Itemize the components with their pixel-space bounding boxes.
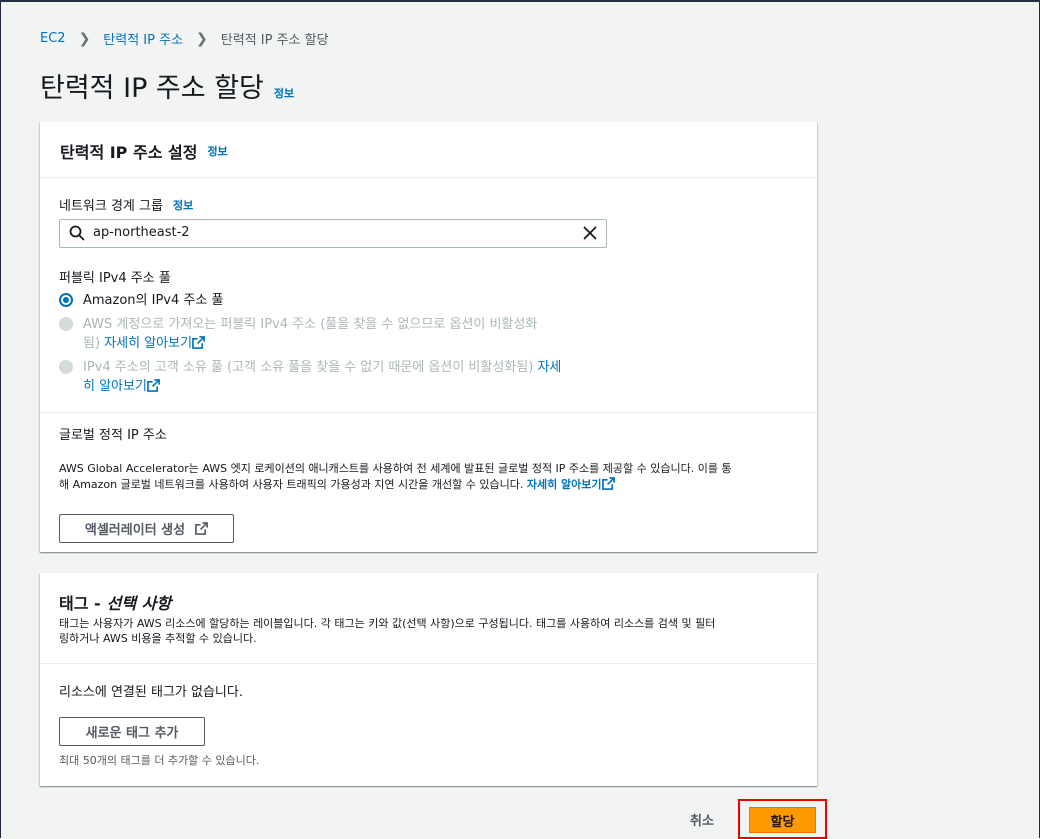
- tags-desc-line1: 태그는 사용자가 AWS 리소스에 할당하는 레이블입니다. 각 태그는 키와 …: [59, 617, 716, 630]
- tags-title: 태그 -: [59, 594, 101, 613]
- global-static-ip-title: 글로벌 정적 IP 주소: [59, 428, 167, 443]
- network-group-label-row: 네트워크 경계 그룹 정보: [59, 195, 193, 215]
- tag-limit-text: 최대 50개의 태그를 더 추가할 수 있습니다.: [59, 754, 260, 767]
- chevron-right-icon: ❯: [196, 30, 208, 47]
- tags-desc-line2: 링하거나 AWS 비용을 추적할 수 있습니다.: [59, 632, 257, 645]
- breadcrumb-ec2[interactable]: EC2: [40, 31, 66, 46]
- close-icon[interactable]: [582, 225, 598, 241]
- radio-disabled-icon: [59, 317, 73, 331]
- add-tag-label: 새로운 태그 추가: [85, 726, 179, 741]
- elastic-ip-settings-panel: 탄력적 IP 주소 설정 정보 네트워크 경계 그룹 정보 ap-northea…: [40, 122, 817, 552]
- pool-option-customer-text: IPv4 주소의 고객 소유 풀 (고객 소유 풀을 찾을 수 없기 때문에 옵…: [83, 358, 561, 396]
- tags-title-optional: 선택 사항: [106, 594, 172, 613]
- global-learn-more-link[interactable]: 자세히 알아보기: [527, 478, 602, 491]
- settings-info-link[interactable]: 정보: [207, 143, 227, 159]
- learn-more-link-part1[interactable]: 자세: [537, 360, 561, 375]
- network-group-info-link[interactable]: 정보: [173, 197, 193, 213]
- page-title: 탄력적 IP 주소 할당: [40, 73, 264, 104]
- allocate-button-highlight: 할당: [738, 799, 827, 839]
- pool-option-amazon[interactable]: Amazon의 IPv4 주소 풀: [59, 291, 223, 310]
- external-link-icon: [601, 477, 615, 490]
- search-icon: [69, 225, 85, 241]
- pool-option-byoip-label-cont: 됨): [83, 336, 101, 351]
- pool-option-byoip-label: AWS 계정으로 가져오는 퍼블릭 IPv4 주소 (풀을 찾을 수 없으므로 …: [83, 317, 538, 332]
- breadcrumb: EC2 ❯ 탄력적 IP 주소 ❯ 탄력적 IP 주소 할당: [40, 29, 329, 49]
- external-link-icon: [192, 336, 205, 349]
- add-tag-button[interactable]: 새로운 태그 추가: [59, 717, 205, 746]
- learn-more-link-part2[interactable]: 히 알아보기: [83, 379, 147, 394]
- allocate-button[interactable]: 할당: [749, 807, 816, 833]
- global-accelerator-description: AWS Global Accelerator는 AWS 엣지 로케이션의 애니캐…: [59, 461, 799, 493]
- create-accelerator-button[interactable]: 액셀러레이터 생성: [59, 514, 234, 543]
- cancel-button[interactable]: 취소: [690, 810, 714, 829]
- pool-option-customer-label: IPv4 주소의 고객 소유 풀 (고객 소유 풀을 찾을 수 없기 때문에 옵…: [83, 360, 534, 375]
- tags-panel-title-row: 태그 - 선택 사항: [59, 590, 171, 614]
- create-accelerator-label: 액셀러레이터 생성: [84, 523, 186, 538]
- settings-panel-header: 탄력적 IP 주소 설정 정보: [40, 122, 817, 178]
- section-divider: [40, 412, 817, 413]
- pool-option-customer-owned: IPv4 주소의 고객 소유 풀 (고객 소유 풀을 찾을 수 없기 때문에 옵…: [59, 358, 561, 396]
- learn-more-link[interactable]: 자세히 알아보기: [104, 336, 192, 351]
- pool-option-byoip: AWS 계정으로 가져오는 퍼블릭 IPv4 주소 (풀을 찾을 수 없으므로 …: [59, 315, 537, 353]
- radio-disabled-icon: [59, 360, 73, 374]
- allocate-label: 할당: [770, 814, 795, 830]
- chevron-right-icon: ❯: [78, 30, 91, 47]
- global-desc-line1: AWS Global Accelerator는 AWS 엣지 로케이션의 애니캐…: [59, 462, 732, 475]
- page-title-row: 탄력적 IP 주소 할당 정보: [40, 66, 294, 105]
- ipv4-pool-label: 퍼블릭 IPv4 주소 풀: [59, 271, 171, 286]
- network-group-value: ap-northeast-2: [93, 225, 190, 240]
- network-group-label: 네트워크 경계 그룹: [59, 199, 163, 214]
- network-group-search-input[interactable]: ap-northeast-2: [59, 219, 607, 248]
- no-tags-message: 리소스에 연결된 태그가 없습니다.: [59, 685, 243, 700]
- tags-panel: 태그 - 선택 사항 태그는 사용자가 AWS 리소스에 할당하는 레이블입니다…: [40, 573, 817, 786]
- tags-description: 태그는 사용자가 AWS 리소스에 할당하는 레이블입니다. 각 태그는 키와 …: [59, 616, 809, 646]
- breadcrumb-elastic-ip[interactable]: 탄력적 IP 주소: [103, 29, 183, 48]
- pool-option-amazon-label: Amazon의 IPv4 주소 풀: [83, 293, 224, 308]
- breadcrumb-current: 탄력적 IP 주소 할당: [220, 33, 329, 48]
- pool-option-byoip-text: AWS 계정으로 가져오는 퍼블릭 IPv4 주소 (풀을 찾을 수 없으므로 …: [83, 315, 537, 353]
- external-link-icon: [147, 379, 160, 392]
- external-link-icon: [195, 522, 209, 535]
- radio-selected-icon[interactable]: [59, 293, 73, 307]
- settings-panel-title: 탄력적 IP 주소 설정: [60, 143, 198, 162]
- settings-panel-title-row: 탄력적 IP 주소 설정 정보: [60, 122, 797, 163]
- global-desc-line2: 해 Amazon 글로벌 네트워크를 사용하여 사용자 트래픽의 가용성과 지연…: [59, 478, 524, 491]
- tags-divider: [40, 663, 817, 664]
- page-info-link[interactable]: 정보: [274, 85, 294, 101]
